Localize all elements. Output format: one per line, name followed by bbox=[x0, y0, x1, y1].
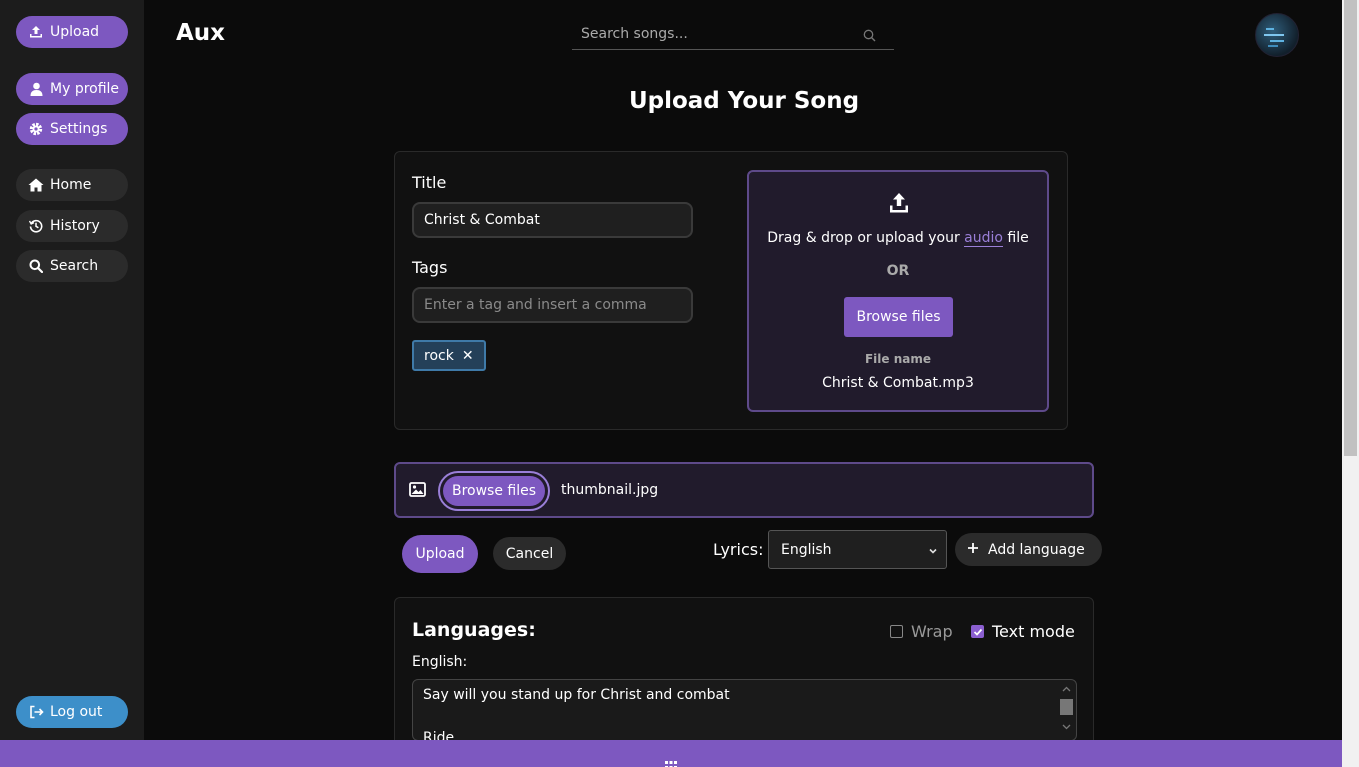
checkbox-checked-icon bbox=[971, 625, 984, 638]
upload-nav-label: Upload bbox=[50, 24, 100, 40]
search-icon[interactable] bbox=[863, 27, 876, 46]
audio-link[interactable]: audio bbox=[964, 230, 1003, 247]
history-icon bbox=[28, 218, 44, 234]
settings-label: Settings bbox=[50, 121, 108, 137]
search-input[interactable] bbox=[572, 25, 852, 42]
audio-dropzone[interactable]: Drag & drop or upload your audio file OR… bbox=[747, 170, 1049, 412]
user-icon bbox=[28, 81, 44, 97]
title-input[interactable]: Christ & Combat bbox=[412, 202, 693, 238]
lyrics-textarea[interactable]: Say will you stand up for Christ and com… bbox=[412, 679, 1077, 741]
search-icon bbox=[28, 258, 44, 274]
my-profile-label: My profile bbox=[50, 81, 120, 97]
lyrics-label: Lyrics: bbox=[713, 540, 764, 559]
plus-icon bbox=[967, 542, 979, 558]
home-icon bbox=[28, 177, 44, 193]
gear-icon bbox=[28, 121, 44, 137]
image-icon bbox=[409, 482, 426, 501]
tag-chip-label: rock bbox=[424, 347, 454, 364]
checkbox-unchecked-icon bbox=[890, 625, 903, 638]
sidebar-item-history[interactable]: History bbox=[16, 210, 128, 242]
settings-button[interactable]: Settings bbox=[16, 113, 128, 145]
search-nav-label: Search bbox=[50, 258, 99, 274]
thumbnail-uploader: Browse files thumbnail.jpg bbox=[394, 462, 1094, 518]
chevron-down-icon bbox=[928, 544, 938, 560]
text-mode-checkbox[interactable]: Text mode bbox=[971, 622, 1075, 641]
sidebar: Upload My profile Settings Home History … bbox=[0, 0, 144, 767]
brand-logo-text[interactable]: Aux bbox=[176, 20, 225, 46]
logout-label: Log out bbox=[50, 704, 103, 720]
browse-audio-button[interactable]: Browse files bbox=[844, 297, 953, 337]
tag-chip: rock ✕ bbox=[412, 340, 486, 371]
lyrics-line: Say will you stand up for Christ and com… bbox=[423, 687, 730, 703]
upload-submit-button[interactable]: Upload bbox=[402, 535, 478, 573]
remove-tag-icon[interactable]: ✕ bbox=[462, 348, 474, 364]
sidebar-item-search[interactable]: Search bbox=[16, 250, 128, 282]
sidebar-item-home[interactable]: Home bbox=[16, 169, 128, 201]
cancel-button[interactable]: Cancel bbox=[493, 537, 566, 570]
logout-button[interactable]: Log out bbox=[16, 696, 128, 728]
textarea-scrollbar[interactable] bbox=[1059, 682, 1074, 740]
or-divider: OR bbox=[886, 263, 910, 279]
wrap-checkbox[interactable]: Wrap bbox=[890, 622, 953, 641]
thumbnail-file-name: thumbnail.jpg bbox=[561, 482, 659, 498]
languages-title: Languages: bbox=[412, 619, 536, 641]
languages-card: Languages: Wrap Text mode English: Say w… bbox=[394, 597, 1094, 757]
tags-input[interactable]: Enter a tag and insert a comma bbox=[412, 287, 693, 323]
song-details-card: Title Christ & Combat Tags Enter a tag a… bbox=[394, 151, 1068, 430]
file-name-label: File name bbox=[864, 352, 932, 366]
my-profile-button[interactable]: My profile bbox=[16, 73, 128, 105]
home-label: Home bbox=[50, 177, 92, 193]
title-label: Title bbox=[412, 173, 447, 192]
search-bar bbox=[572, 18, 894, 50]
page-scrollbar[interactable] bbox=[1342, 0, 1359, 767]
tags-label: Tags bbox=[412, 258, 448, 277]
avatar[interactable] bbox=[1255, 13, 1299, 57]
dropzone-instructions: Drag & drop or upload your audio file bbox=[767, 230, 1029, 247]
upload-icon bbox=[28, 24, 44, 40]
add-language-button[interactable]: Add language bbox=[955, 533, 1102, 566]
logout-icon bbox=[28, 704, 44, 720]
page-title: Upload Your Song bbox=[628, 88, 860, 114]
lyrics-language-select[interactable]: English bbox=[768, 530, 947, 569]
scrollbar-thumb[interactable] bbox=[1344, 0, 1357, 456]
browse-thumbnail-button[interactable]: Browse files bbox=[438, 471, 550, 511]
upload-icon bbox=[889, 192, 909, 218]
history-label: History bbox=[50, 218, 100, 234]
upload-nav-button[interactable]: Upload bbox=[16, 16, 128, 48]
english-label: English: bbox=[412, 654, 468, 670]
grip-icon bbox=[665, 754, 677, 767]
player-drawer-handle[interactable] bbox=[0, 740, 1342, 767]
file-name-value: Christ & Combat.mp3 bbox=[822, 375, 974, 391]
